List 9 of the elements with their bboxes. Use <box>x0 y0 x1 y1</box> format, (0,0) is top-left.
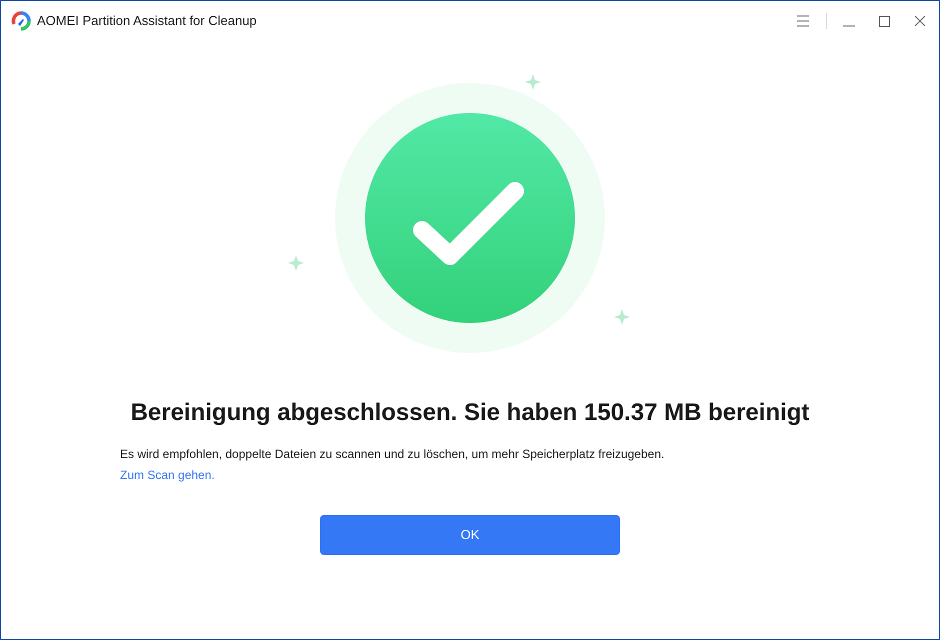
recommendation-text: Es wird empfohlen, doppelte Dateien zu scannen und zu löschen, um mehr Speicherplatz freizugeben. <box>120 446 664 463</box>
menu-icon[interactable] <box>796 15 810 27</box>
close-icon[interactable] <box>915 16 925 26</box>
scan-link[interactable]: Zum Scan gehen. <box>120 466 215 484</box>
app-logo-icon <box>11 11 31 31</box>
window-title: AOMEI Partition Assistant for Cleanup <box>37 12 257 30</box>
result-heading: Bereinigung abgeschlossen. Sie haben 150.37 MB bereinigt <box>130 398 810 428</box>
ok-button[interactable]: OK <box>320 515 620 555</box>
maximize-icon[interactable] <box>879 16 890 26</box>
